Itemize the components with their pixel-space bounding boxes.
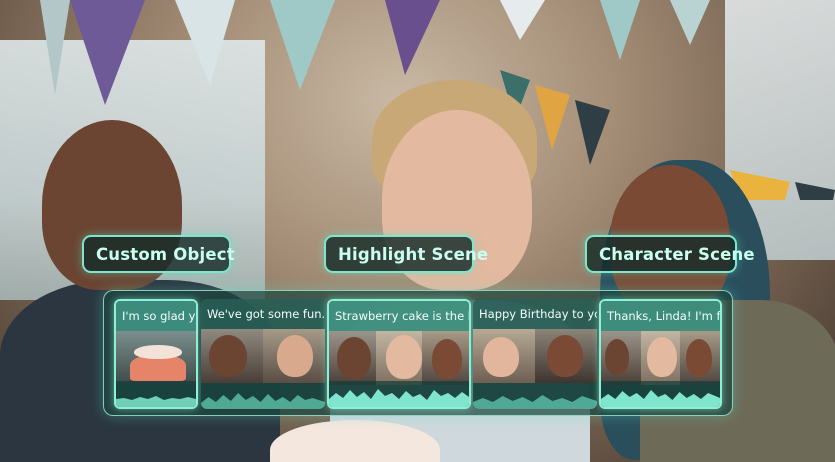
clip-thumbnail (201, 329, 263, 383)
clip-thumbnail (422, 331, 469, 385)
video-timeline[interactable]: I'm so glad you... We've got some fun...… (103, 290, 733, 416)
timeline-clip-5[interactable]: Thanks, Linda! I'm feel... (599, 299, 722, 409)
clip-thumbnail (535, 329, 597, 383)
clip-thumbnail (329, 331, 376, 385)
audio-waveform (329, 381, 469, 407)
clip-thumbnails (329, 331, 469, 385)
clip-thumbnails (201, 329, 325, 383)
clip-thumbnail (263, 329, 325, 383)
custom-object-label[interactable]: Custom Object (82, 235, 235, 273)
clip-thumbnail (680, 331, 720, 385)
timeline-clip-2[interactable]: We've got some fun... (201, 299, 325, 409)
clip-caption: I'm so glad you... (116, 301, 196, 331)
character-scene-label[interactable]: Character Scene (585, 235, 755, 273)
clip-caption: Thanks, Linda! I'm feel... (601, 301, 720, 331)
clip-thumbnails (473, 329, 597, 383)
clip-caption: We've got some fun... (201, 299, 325, 329)
clip-thumbnails (116, 331, 196, 385)
highlight-scene-label[interactable]: Highlight Scene (324, 235, 488, 273)
timeline-clip-1[interactable]: I'm so glad you... (114, 299, 198, 409)
audio-waveform (601, 381, 720, 407)
clip-thumbnail (601, 331, 641, 385)
audio-waveform (116, 381, 196, 407)
audio-waveform (473, 383, 597, 409)
audio-waveform (201, 383, 325, 409)
clip-thumbnail (375, 331, 423, 385)
timeline-clip-3[interactable]: Strawberry cake is the best... (327, 299, 471, 409)
clip-caption: Happy Birthday to you... (473, 299, 597, 329)
clip-thumbnail (473, 329, 535, 383)
clip-thumbnail (116, 331, 196, 385)
clip-caption: Strawberry cake is the best... (329, 301, 469, 331)
clip-thumbnail (640, 331, 681, 385)
clip-thumbnails (601, 331, 720, 385)
timeline-clip-4[interactable]: Happy Birthday to you... (473, 299, 597, 409)
